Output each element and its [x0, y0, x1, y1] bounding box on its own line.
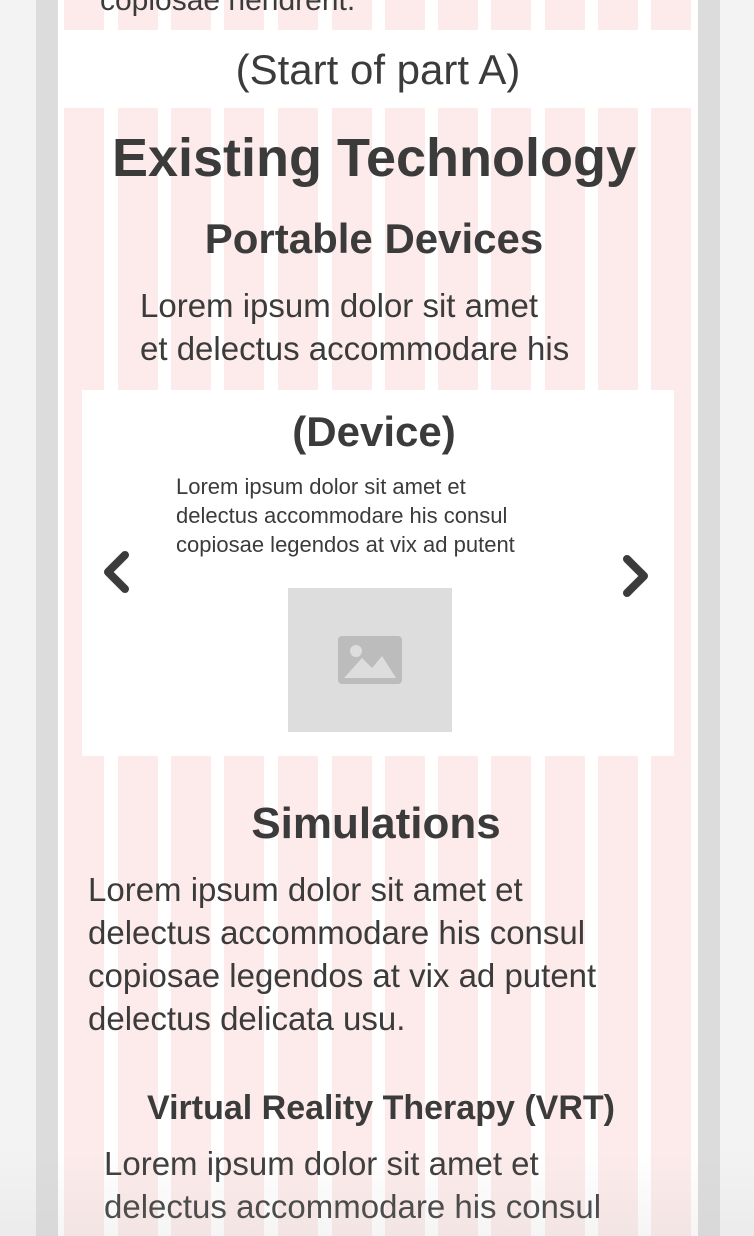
vrt-text: Lorem ipsum dolor sit amet et delectus a…	[104, 1142, 694, 1228]
text-line: delectus accommodare his consul	[88, 914, 586, 951]
text-line: Lorem ipsum dolor sit amet et	[104, 1145, 539, 1182]
vrt-heading: Virtual Reality Therapy (VRT)	[147, 1089, 615, 1127]
carousel-next-button[interactable]	[620, 554, 652, 598]
device-carousel: (Device) Lorem ipsum dolor sit amet et d…	[82, 390, 674, 756]
simulations-heading: Simulations	[251, 799, 501, 848]
carousel-description: Lorem ipsum dolor sit amet et delectus a…	[176, 472, 576, 559]
text-line: delectus accommodare his consul	[104, 1188, 602, 1225]
text-line: delectus accommodare his consul	[176, 503, 508, 528]
carousel-prev-button[interactable]	[100, 550, 132, 594]
portable-devices-text: Lorem ipsum dolor sit amet et delectus a…	[140, 284, 640, 370]
image-placeholder-icon	[338, 636, 402, 684]
text-line: Lorem ipsum dolor sit amet et	[88, 871, 523, 908]
previous-section-text: copiosae hendrerit.	[100, 0, 356, 17]
text-line: delectus delicata usu.	[88, 1000, 406, 1037]
carousel-title: (Device)	[292, 408, 456, 455]
portable-devices-heading: Portable Devices	[204, 215, 544, 262]
simulations-text: Lorem ipsum dolor sit amet et delectus a…	[88, 868, 688, 1040]
text-line: Lorem ipsum dolor sit amet	[140, 287, 538, 324]
text-line: copiosae legendos at vix ad putent	[176, 532, 515, 557]
chevron-left-icon	[104, 551, 129, 593]
text-line: Lorem ipsum dolor sit amet et	[176, 474, 466, 499]
text-line: et delectus accommodare his	[140, 330, 570, 367]
text-line: copiosae legendos at vix ad putent	[88, 957, 597, 994]
chevron-right-icon	[623, 555, 648, 597]
page-content: copiosae hendrerit. (Start of part A) Ex…	[58, 0, 698, 1236]
part-label: (Start of part A)	[235, 46, 521, 93]
section-title: Existing Technology	[111, 128, 637, 188]
device-image-placeholder	[288, 588, 452, 732]
